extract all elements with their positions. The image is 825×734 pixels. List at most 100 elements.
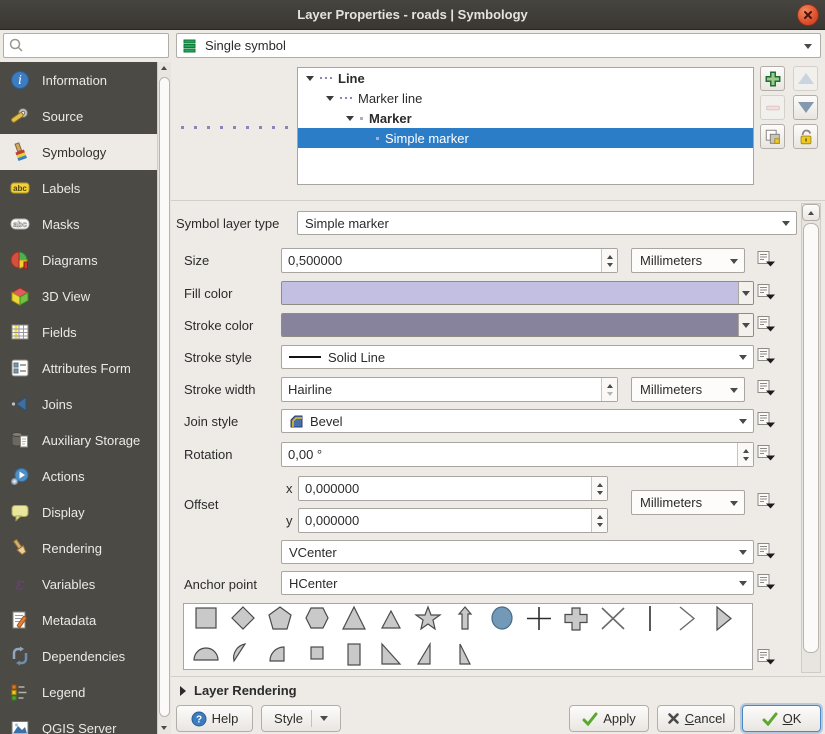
shape-star[interactable] bbox=[409, 604, 446, 634]
sidebar-item-display[interactable]: Display bbox=[0, 494, 157, 530]
size-stepper[interactable] bbox=[601, 249, 617, 272]
scroll-up-button[interactable] bbox=[802, 204, 820, 221]
size-spinbox[interactable] bbox=[281, 248, 618, 273]
sidebar-item-auxiliary-storage[interactable]: Auxiliary Storage bbox=[0, 422, 157, 458]
rotation-input[interactable] bbox=[282, 443, 737, 466]
shape-hexagon[interactable] bbox=[298, 604, 335, 634]
offset-x-stepper[interactable] bbox=[591, 477, 607, 500]
spin-up-icon[interactable] bbox=[607, 255, 613, 259]
symbol-layer-type-select[interactable]: Simple marker bbox=[297, 211, 797, 235]
rotation-stepper[interactable] bbox=[737, 443, 753, 466]
ok-button[interactable]: OK bbox=[742, 705, 821, 732]
spin-down-icon[interactable] bbox=[597, 523, 603, 527]
sidebar-item-diagrams[interactable]: Diagrams bbox=[0, 242, 157, 278]
stroke-color-button[interactable] bbox=[281, 313, 754, 337]
style-button[interactable]: Style bbox=[261, 705, 341, 732]
sidebar-item-fields[interactable]: Fields bbox=[0, 314, 157, 350]
sidebar-item-information[interactable]: i Information bbox=[0, 62, 157, 98]
stroke-width-spinbox[interactable] bbox=[281, 377, 618, 402]
shape-circle-selected[interactable] bbox=[483, 604, 520, 634]
join-style-select[interactable]: Bevel bbox=[281, 409, 754, 433]
size-input[interactable] bbox=[282, 249, 601, 272]
offset-y-stepper[interactable] bbox=[591, 509, 607, 532]
shape-override-button[interactable] bbox=[755, 648, 777, 668]
sidebar-scrollbar[interactable] bbox=[157, 62, 171, 734]
shape-equilateral-triangle[interactable] bbox=[372, 604, 409, 634]
scroll-down-icon[interactable] bbox=[161, 726, 167, 730]
join-style-override-button[interactable] bbox=[755, 411, 777, 431]
stroke-color-dropdown[interactable] bbox=[738, 314, 753, 336]
sidebar-item-legend[interactable]: Legend bbox=[0, 674, 157, 710]
sidebar-item-symbology[interactable]: Symbology bbox=[0, 134, 157, 170]
sidebar-scrollbar-thumb[interactable] bbox=[159, 77, 170, 717]
sidebar-item-qgis-server[interactable]: QGIS Server bbox=[0, 710, 157, 734]
shape-left-half-triangle[interactable] bbox=[446, 640, 483, 670]
shape-semi-circle[interactable] bbox=[187, 640, 224, 670]
shape-diamond[interactable] bbox=[224, 604, 261, 634]
layer-rendering-header[interactable]: Layer Rendering bbox=[180, 683, 297, 698]
spin-up-icon[interactable] bbox=[597, 483, 603, 487]
scroll-up-icon[interactable] bbox=[161, 66, 167, 70]
tree-item-marker-line[interactable]: Marker line bbox=[298, 88, 753, 108]
fill-color-override-button[interactable] bbox=[755, 283, 777, 303]
panel-scrollbar-thumb[interactable] bbox=[803, 223, 819, 653]
sidebar-item-actions[interactable]: Actions bbox=[0, 458, 157, 494]
fill-color-button[interactable] bbox=[281, 281, 754, 305]
stroke-width-override-button[interactable] bbox=[755, 379, 777, 399]
rotation-spinbox[interactable] bbox=[281, 442, 754, 467]
spin-down-icon[interactable] bbox=[597, 491, 603, 495]
duplicate-symbol-layer-button[interactable] bbox=[760, 124, 785, 149]
offset-override-button[interactable] bbox=[755, 492, 777, 512]
size-unit-select[interactable]: Millimeters bbox=[631, 248, 745, 273]
stroke-style-override-button[interactable] bbox=[755, 347, 777, 367]
shape-line[interactable] bbox=[631, 604, 668, 634]
spin-down-icon[interactable] bbox=[607, 263, 613, 267]
search-input[interactable] bbox=[3, 33, 169, 58]
shape-triangle[interactable] bbox=[335, 604, 372, 634]
offset-x-input[interactable] bbox=[299, 477, 591, 500]
help-button[interactable]: ? Help bbox=[176, 705, 253, 732]
tree-item-marker[interactable]: Marker bbox=[298, 108, 753, 128]
stroke-width-unit-select[interactable]: Millimeters bbox=[631, 377, 745, 402]
stroke-style-select[interactable]: Solid Line bbox=[281, 345, 754, 369]
shape-arrow[interactable] bbox=[446, 604, 483, 634]
shape-arrowhead[interactable] bbox=[668, 604, 705, 634]
spin-up-icon[interactable] bbox=[597, 515, 603, 519]
fill-color-dropdown[interactable] bbox=[738, 282, 753, 304]
sidebar-item-3d-view[interactable]: 3D View bbox=[0, 278, 157, 314]
spin-down-icon[interactable] bbox=[743, 457, 749, 461]
sidebar-item-joins[interactable]: Joins bbox=[0, 386, 157, 422]
offset-x-spinbox[interactable] bbox=[298, 476, 608, 501]
spin-up-icon[interactable] bbox=[743, 449, 749, 453]
stroke-width-stepper[interactable] bbox=[601, 378, 617, 401]
stroke-color-override-button[interactable] bbox=[755, 315, 777, 335]
offset-unit-select[interactable]: Millimeters bbox=[631, 490, 745, 515]
shape-diagonal-half-square[interactable] bbox=[372, 640, 409, 670]
shape-quarter-square[interactable] bbox=[298, 640, 335, 670]
shape-half-square[interactable] bbox=[335, 640, 372, 670]
expand-icon[interactable] bbox=[306, 76, 314, 81]
shape-third-circle[interactable] bbox=[224, 640, 261, 670]
sidebar-item-dependencies[interactable]: Dependencies bbox=[0, 638, 157, 674]
stroke-width-input[interactable] bbox=[282, 378, 601, 401]
spin-up-icon[interactable] bbox=[607, 384, 613, 388]
sidebar-item-variables[interactable]: ε Variables bbox=[0, 566, 157, 602]
offset-y-input[interactable] bbox=[299, 509, 591, 532]
expand-icon[interactable] bbox=[346, 116, 354, 121]
sidebar-item-labels[interactable]: abc Labels bbox=[0, 170, 157, 206]
shape-pentagon[interactable] bbox=[261, 604, 298, 634]
shape-right-half-triangle[interactable] bbox=[409, 640, 446, 670]
size-override-button[interactable] bbox=[755, 250, 777, 270]
anchor-vertical-select[interactable]: VCenter bbox=[281, 540, 754, 564]
anchor-vertical-override-button[interactable] bbox=[755, 542, 777, 562]
move-up-button[interactable] bbox=[793, 66, 818, 91]
sidebar-item-source[interactable]: Source bbox=[0, 98, 157, 134]
spin-down-icon[interactable] bbox=[607, 392, 613, 396]
anchor-horizontal-override-button[interactable] bbox=[755, 573, 777, 593]
cancel-button[interactable]: Cancel bbox=[657, 705, 735, 732]
lock-color-button[interactable] bbox=[793, 124, 818, 149]
shape-cross[interactable] bbox=[520, 604, 557, 634]
apply-button[interactable]: Apply bbox=[569, 705, 649, 732]
shape-quarter-circle[interactable] bbox=[261, 640, 298, 670]
renderer-select[interactable]: Single symbol bbox=[176, 33, 821, 58]
